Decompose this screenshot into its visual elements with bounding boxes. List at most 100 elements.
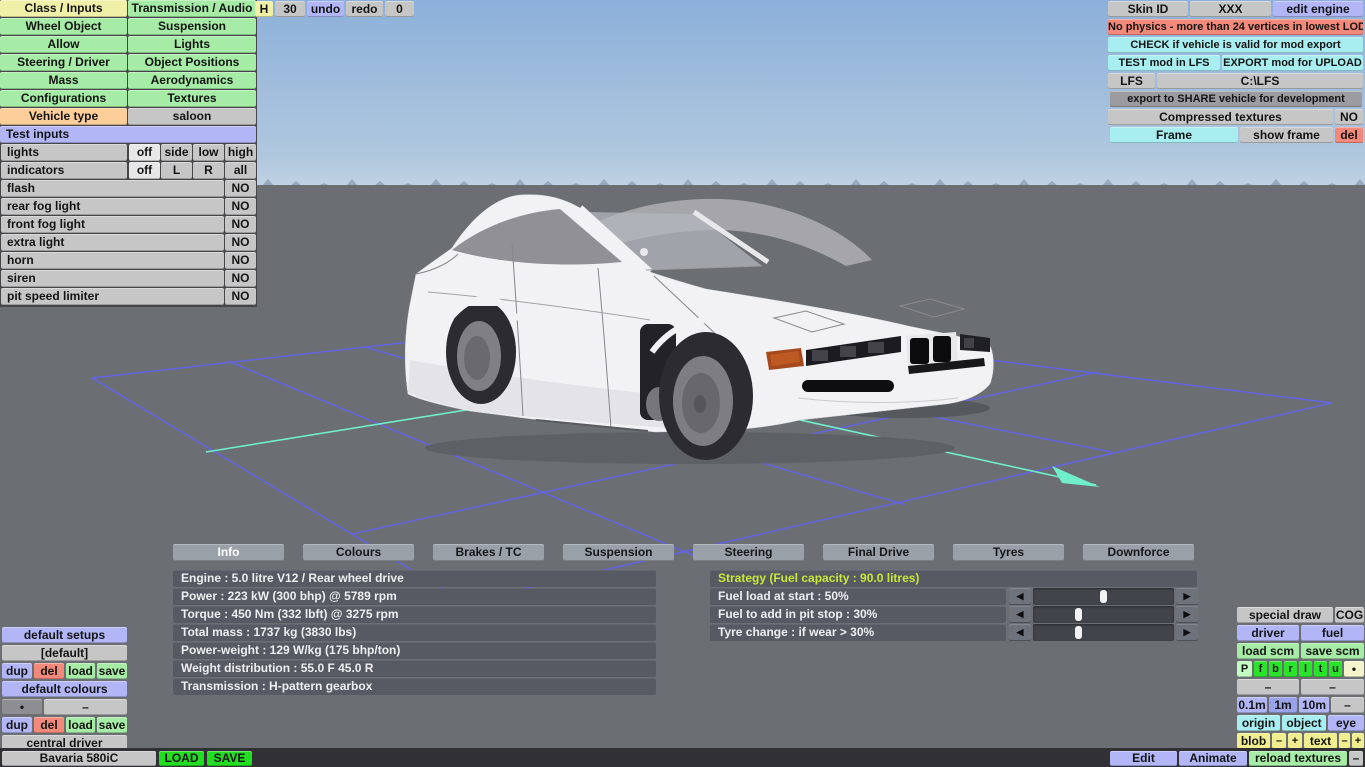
vehicle-name-button[interactable]: Bavaria 580iC <box>2 751 156 766</box>
indicators-option-off[interactable]: off <box>129 162 160 179</box>
grid-step-value[interactable]: 30 <box>275 1 305 17</box>
tab-tyres[interactable]: Tyres <box>953 544 1064 561</box>
edit-engine-button[interactable]: edit engine <box>1273 1 1363 17</box>
slider-decrease-1[interactable]: ◀ <box>1009 606 1031 623</box>
tab-brakes-tc[interactable]: Brakes / TC <box>433 544 544 561</box>
indicators-option-all[interactable]: all <box>225 162 256 179</box>
test-input-toggle-front-fog-light[interactable]: NO <box>225 216 256 233</box>
test-input-toggle-pit-speed-limiter[interactable]: NO <box>225 288 256 305</box>
compressed-textures-toggle[interactable]: NO <box>1335 109 1363 125</box>
tool-glyph-r5-button[interactable]: – <box>1331 697 1364 713</box>
tool-origin-button[interactable]: origin <box>1237 715 1280 731</box>
slider-thumb-0[interactable] <box>1100 590 1107 603</box>
lights-option-off[interactable]: off <box>129 144 160 161</box>
tool-glyph-r7-button[interactable]: – <box>1339 733 1350 749</box>
menu-item-configurations[interactable]: Configurations <box>0 90 127 107</box>
menu-item-vehicle-type[interactable]: Vehicle type <box>0 108 127 125</box>
test-mod-button[interactable]: TEST mod in LFS <box>1108 55 1220 71</box>
save-vehicle-button[interactable]: SAVE <box>207 751 252 766</box>
tool-glyph-r7-button[interactable]: – <box>1272 733 1286 749</box>
indicators-option-r[interactable]: R <box>193 162 224 179</box>
tool-f-button[interactable]: f <box>1254 661 1267 677</box>
test-input-toggle-rear-fog-light[interactable]: NO <box>225 198 256 215</box>
export-mod-button[interactable]: EXPORT mod for UPLOAD <box>1222 55 1363 71</box>
menu-item-aerodynamics[interactable]: Aerodynamics <box>128 72 256 89</box>
tool-1m-button[interactable]: 1m <box>1269 697 1297 713</box>
check-valid-button[interactable]: CHECK if vehicle is valid for mod export <box>1108 37 1363 53</box>
tool-glyph-r7-button[interactable]: + <box>1288 733 1302 749</box>
tool-driver-button[interactable]: driver <box>1237 625 1299 641</box>
menu-item-wheel-object[interactable]: Wheel Object <box>0 18 127 35</box>
setup-save-button[interactable]: save <box>97 663 127 679</box>
tool-blob-button[interactable]: blob <box>1237 733 1270 749</box>
frame-button[interactable]: Frame <box>1110 127 1238 143</box>
tab-info[interactable]: Info <box>173 544 284 561</box>
test-input-toggle-extra-light[interactable]: NO <box>225 234 256 251</box>
frame-del-button[interactable]: del <box>1335 127 1363 143</box>
colour-dot-button[interactable]: • <box>2 699 42 715</box>
menu-item-object-positions[interactable]: Object Positions <box>128 54 256 71</box>
indicators-option-l[interactable]: L <box>161 162 192 179</box>
compressed-textures-label[interactable]: Compressed textures <box>1108 109 1333 125</box>
slider-thumb-1[interactable] <box>1074 608 1082 621</box>
tool-l-button[interactable]: l <box>1299 661 1312 677</box>
colour-name-button[interactable]: – <box>44 699 127 715</box>
tool-object-button[interactable]: object <box>1282 715 1326 731</box>
tool-t-button[interactable]: t <box>1314 661 1327 677</box>
slider-increase-1[interactable]: ▶ <box>1176 606 1198 623</box>
lights-option-low[interactable]: low <box>193 144 224 161</box>
skin-id-button[interactable]: Skin ID <box>1108 1 1188 17</box>
menu-item-saloon[interactable]: saloon <box>128 108 256 125</box>
colour-del-button[interactable]: del <box>34 717 64 733</box>
slider-decrease-0[interactable]: ◀ <box>1009 588 1031 605</box>
tab-colours[interactable]: Colours <box>303 544 414 561</box>
load-vehicle-button[interactable]: LOAD <box>159 751 204 766</box>
tool-text-button[interactable]: text <box>1304 733 1337 749</box>
edit-mode-button[interactable]: Edit <box>1110 751 1177 766</box>
colour-load-button[interactable]: load <box>66 717 95 733</box>
setup-load-button[interactable]: load <box>66 663 95 679</box>
default-colours-header[interactable]: default colours <box>2 681 127 697</box>
show-frame-button[interactable]: show frame <box>1240 127 1333 143</box>
tool-glyph-r7-button[interactable]: + <box>1352 733 1364 749</box>
menu-item-steering-driver[interactable]: Steering / Driver <box>0 54 127 71</box>
tool-load-scm-button[interactable]: load scm <box>1237 643 1299 659</box>
colour-dup-button[interactable]: dup <box>2 717 32 733</box>
tool-10m-button[interactable]: 10m <box>1299 697 1329 713</box>
tab-downforce[interactable]: Downforce <box>1083 544 1194 561</box>
reload-textures-button[interactable]: reload textures <box>1249 751 1347 766</box>
lights-option-side[interactable]: side <box>161 144 192 161</box>
menu-item-suspension[interactable]: Suspension <box>128 18 256 35</box>
share-export-button[interactable]: export to SHARE vehicle for development <box>1110 91 1362 107</box>
tool-r-button[interactable]: r <box>1284 661 1297 677</box>
slider-track-1[interactable] <box>1033 606 1174 623</box>
slider-thumb-2[interactable] <box>1074 626 1082 639</box>
redo-button[interactable]: redo <box>346 1 383 17</box>
tab-final-drive[interactable]: Final Drive <box>823 544 934 561</box>
lfs-button[interactable]: LFS <box>1108 73 1155 89</box>
tool-cog-button[interactable]: COG <box>1335 607 1364 623</box>
slider-increase-2[interactable]: ▶ <box>1176 624 1198 641</box>
menu-item-lights[interactable]: Lights <box>128 36 256 53</box>
reload-minus-button[interactable]: – <box>1349 751 1363 766</box>
slider-track-0[interactable] <box>1033 588 1174 605</box>
undo-button[interactable]: undo <box>307 1 344 17</box>
tab-suspension[interactable]: Suspension <box>563 544 674 561</box>
test-input-toggle-flash[interactable]: NO <box>225 180 256 197</box>
redo-count[interactable]: 0 <box>385 1 414 17</box>
tool-p-button[interactable]: P <box>1237 661 1252 677</box>
current-setup[interactable]: [default] <box>2 645 127 661</box>
tool-eye-button[interactable]: eye <box>1328 715 1364 731</box>
default-setups-header[interactable]: default setups <box>2 627 127 643</box>
tool-special-draw-button[interactable]: special draw <box>1237 607 1333 623</box>
slider-increase-0[interactable]: ▶ <box>1176 588 1198 605</box>
tool-save-scm-button[interactable]: save scm <box>1301 643 1364 659</box>
menu-item-textures[interactable]: Textures <box>128 90 256 107</box>
slider-decrease-2[interactable]: ◀ <box>1009 624 1031 641</box>
menu-item-class-inputs[interactable]: Class / Inputs <box>0 0 127 17</box>
tool-fuel-button[interactable]: fuel <box>1301 625 1364 641</box>
tool-b-button[interactable]: b <box>1269 661 1282 677</box>
tool-glyph-r4-button[interactable]: – <box>1301 679 1364 695</box>
test-input-toggle-siren[interactable]: NO <box>225 270 256 287</box>
slider-track-2[interactable] <box>1033 624 1174 641</box>
